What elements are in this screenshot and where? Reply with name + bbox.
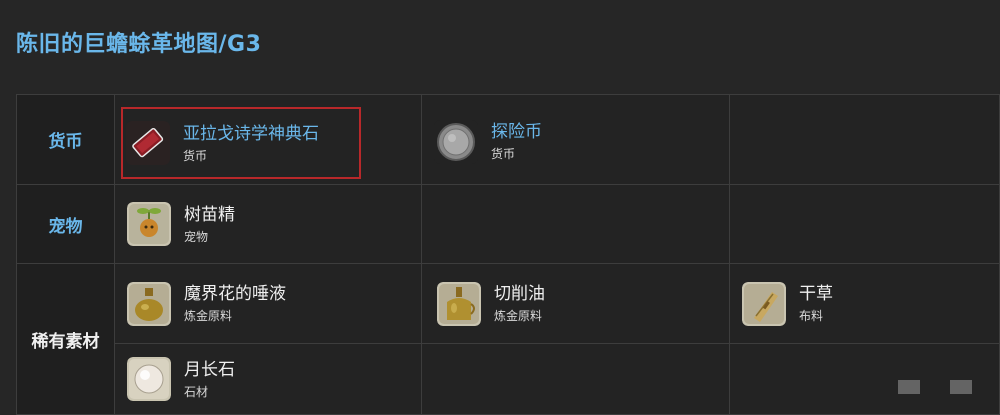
item-type: 炼金原料 <box>494 309 543 323</box>
venture-coin-icon <box>434 119 478 164</box>
table-row-currency: 货币 亚拉戈诗学神典石 货币 探险币 货币 <box>16 94 1000 185</box>
loot-table: 货币 亚拉戈诗学神典石 货币 探险币 货币 宠物 树苗精 宠物 稀有素材 魔界花… <box>16 94 1000 415</box>
item-demon-flower-saliva[interactable]: 魔界花的唾液 炼金原料 <box>115 264 421 343</box>
item-sapling[interactable]: 树苗精 宠物 <box>115 185 421 263</box>
item-hay[interactable]: 干草 布料 <box>730 264 999 343</box>
item-cell: 树苗精 宠物 <box>114 184 422 264</box>
item-type: 货币 <box>183 148 208 163</box>
empty-cell <box>729 343 1000 415</box>
item-cutting-oil[interactable]: 切削油 炼金原料 <box>422 264 729 343</box>
item-type: 布料 <box>799 309 824 323</box>
empty-cell <box>729 94 1000 185</box>
sapling-minion-icon <box>127 202 171 246</box>
moonstone-pearl-icon <box>127 357 171 401</box>
flask-icon <box>127 281 171 326</box>
item-name[interactable]: 干草 <box>799 283 833 305</box>
item-type: 宠物 <box>184 229 209 244</box>
item-type: 炼金原料 <box>184 309 233 323</box>
item-name[interactable]: 探险币 <box>491 121 542 143</box>
item-cell: 月长石 石材 <box>114 343 422 415</box>
category-rare-materials: 稀有素材 <box>16 263 115 415</box>
category-currency: 货币 <box>16 94 115 185</box>
watermark-block <box>950 380 972 394</box>
category-pet: 宠物 <box>16 184 115 264</box>
item-allagan-tomestone[interactable]: 亚拉戈诗学神典石 货币 <box>121 107 361 179</box>
table-row-rare-1: 稀有素材 魔界花的唾液 炼金原料 切削油 炼金原料 干草 布料 <box>16 263 1000 415</box>
item-type: 货币 <box>491 147 516 161</box>
allagan-poetics-tomestone-icon <box>126 121 170 165</box>
empty-cell <box>421 184 730 264</box>
oil-jug-icon <box>437 281 481 326</box>
item-cell: 探险币 货币 <box>421 94 730 185</box>
item-name[interactable]: 亚拉戈诗学神典石 <box>183 123 319 145</box>
item-cell: 魔界花的唾液 炼金原料 <box>114 263 422 344</box>
item-name[interactable]: 树苗精 <box>184 204 235 226</box>
item-cell: 切削油 炼金原料 <box>421 263 730 344</box>
item-name[interactable]: 月长石 <box>184 359 235 381</box>
empty-cell <box>421 343 730 415</box>
watermark-block <box>898 380 920 394</box>
item-cell: 干草 布料 <box>729 263 1000 344</box>
table-row-pet: 宠物 树苗精 宠物 <box>16 184 1000 264</box>
item-name[interactable]: 魔界花的唾液 <box>184 283 286 305</box>
item-name[interactable]: 切削油 <box>494 283 545 305</box>
item-venture-coin[interactable]: 探险币 货币 <box>422 95 729 184</box>
table-row-rare-2: 月长石 石材 <box>17 343 1000 415</box>
empty-cell <box>729 184 1000 264</box>
item-type: 石材 <box>184 384 209 399</box>
item-cell: 亚拉戈诗学神典石 货币 <box>114 94 422 185</box>
item-moonstone[interactable]: 月长石 石材 <box>115 344 421 414</box>
hay-bundle-icon <box>742 281 786 326</box>
page-title: 陈旧的巨蟾蜍革地图/G3 <box>16 32 262 57</box>
